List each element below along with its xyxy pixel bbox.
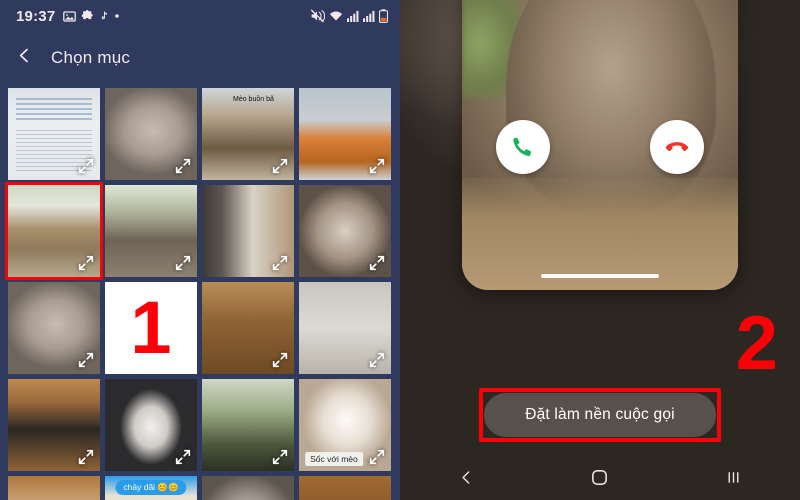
grid-item-cat-by-door[interactable] [202, 185, 294, 277]
grid-item-cat-lying-floor[interactable] [299, 282, 391, 374]
set-call-wallpaper-button[interactable]: Đặt làm nền cuộc gọi [484, 393, 716, 437]
photo-caption: Sốc với mèo [305, 452, 363, 466]
gallery-picker-panel: 19:37 Chọn mục Mèo buồn bã 1 Sốc với mèo… [0, 0, 400, 500]
mute-icon [310, 9, 325, 23]
accept-call-button[interactable] [496, 120, 550, 174]
nav-home-button[interactable] [570, 454, 630, 500]
grid-item-food-wood-table[interactable] [8, 476, 100, 500]
puzzle-app-icon [81, 9, 94, 23]
grid-item-tabby-cat-rainbow-mat[interactable]: Mèo buồn bã [202, 88, 294, 180]
status-bar-time: 19:37 [16, 7, 56, 25]
thumbnail-image [202, 476, 294, 500]
expand-icon[interactable] [76, 350, 96, 370]
app-bar: Chọn mục [0, 32, 400, 84]
page-title: Chọn mục [51, 48, 131, 67]
screenshot-root: 19:37 Chọn mục Mèo buồn bã 1 Sốc với mèo… [0, 0, 800, 500]
step-2-annotation-label: 2 [735, 301, 778, 386]
photo-caption: Mèo buồn bã [233, 96, 274, 103]
set-call-wallpaper-button-wrap: Đặt làm nền cuộc gọi [484, 393, 716, 437]
back-button[interactable] [16, 47, 33, 69]
status-bar: 19:37 [0, 0, 400, 32]
phone-decline-icon [665, 142, 689, 151]
expand-icon[interactable] [367, 447, 387, 467]
grid-item-document-scan[interactable] [8, 88, 100, 180]
nav-back-button[interactable] [437, 454, 497, 500]
status-bar-system-icons [310, 9, 388, 23]
grid-item-gray-cat-partial[interactable] [202, 476, 294, 500]
expand-icon[interactable] [270, 447, 290, 467]
step-1-annotation-tile: 1 [105, 282, 197, 374]
signal-1-icon [347, 10, 359, 22]
nav-back-icon [462, 470, 470, 484]
grid-item-person-sunset-field[interactable] [202, 379, 294, 471]
nav-recents-icon [728, 471, 739, 483]
expand-icon[interactable] [367, 350, 387, 370]
grid-item-quokka-closeup[interactable] [105, 185, 197, 277]
expand-icon[interactable] [173, 447, 193, 467]
expand-icon[interactable] [270, 350, 290, 370]
nav-recents-button[interactable] [703, 454, 763, 500]
expand-icon[interactable] [173, 156, 193, 176]
photo-grid: Mèo buồn bã 1 Sốc với mèo chảy dãi 😊😊 [5, 88, 392, 500]
grid-item-shocked-white-cat[interactable]: Sốc với mèo [299, 379, 391, 471]
call-wallpaper-panel: 2 Đặt làm nền cuộc gọi [400, 0, 800, 500]
signal-2-icon [363, 10, 375, 22]
expand-icon[interactable] [270, 253, 290, 273]
step-number-label: 1 [130, 285, 172, 369]
decline-call-button[interactable] [650, 120, 704, 174]
home-indicator-bar [541, 274, 659, 278]
expand-icon[interactable] [367, 156, 387, 176]
gallery-icon [63, 10, 77, 23]
call-wallpaper-preview [462, 0, 738, 290]
grid-item-tiger-snow[interactable] [299, 88, 391, 180]
grid-item-legs-on-bed[interactable] [8, 379, 100, 471]
grid-item-grumpy-cat-chair[interactable] [299, 185, 391, 277]
call-action-buttons [462, 120, 738, 174]
photo-caption: chảy dãi 😊😊 [115, 480, 187, 495]
grid-item-gray-white-cat-chair[interactable] [8, 282, 100, 374]
expand-icon[interactable] [76, 253, 96, 273]
wifi-icon [329, 10, 343, 22]
expand-icon[interactable] [270, 156, 290, 176]
nav-home-icon [592, 469, 608, 485]
grid-item-husky-dog[interactable] [105, 379, 197, 471]
phone-accept-icon [513, 137, 532, 157]
thumbnail-image [8, 476, 100, 500]
grid-item-gray-cat-chair[interactable] [105, 88, 197, 180]
grid-item-cat-standing-door[interactable] [202, 282, 294, 374]
grid-item-wood-partial[interactable] [299, 476, 391, 500]
battery-low-icon [379, 9, 388, 23]
status-bar-notification-icons [63, 9, 120, 23]
expand-icon[interactable] [76, 156, 96, 176]
dot-icon [114, 13, 120, 19]
grid-item-food-plate[interactable]: chảy dãi 😊😊 [105, 476, 197, 500]
thumbnail-image [299, 476, 391, 500]
system-navigation-bar [400, 454, 800, 500]
expand-icon[interactable] [173, 253, 193, 273]
grid-item-quokka-selected[interactable] [5, 182, 103, 280]
tiktok-note-icon [99, 10, 109, 22]
expand-icon[interactable] [76, 447, 96, 467]
expand-icon[interactable] [367, 253, 387, 273]
